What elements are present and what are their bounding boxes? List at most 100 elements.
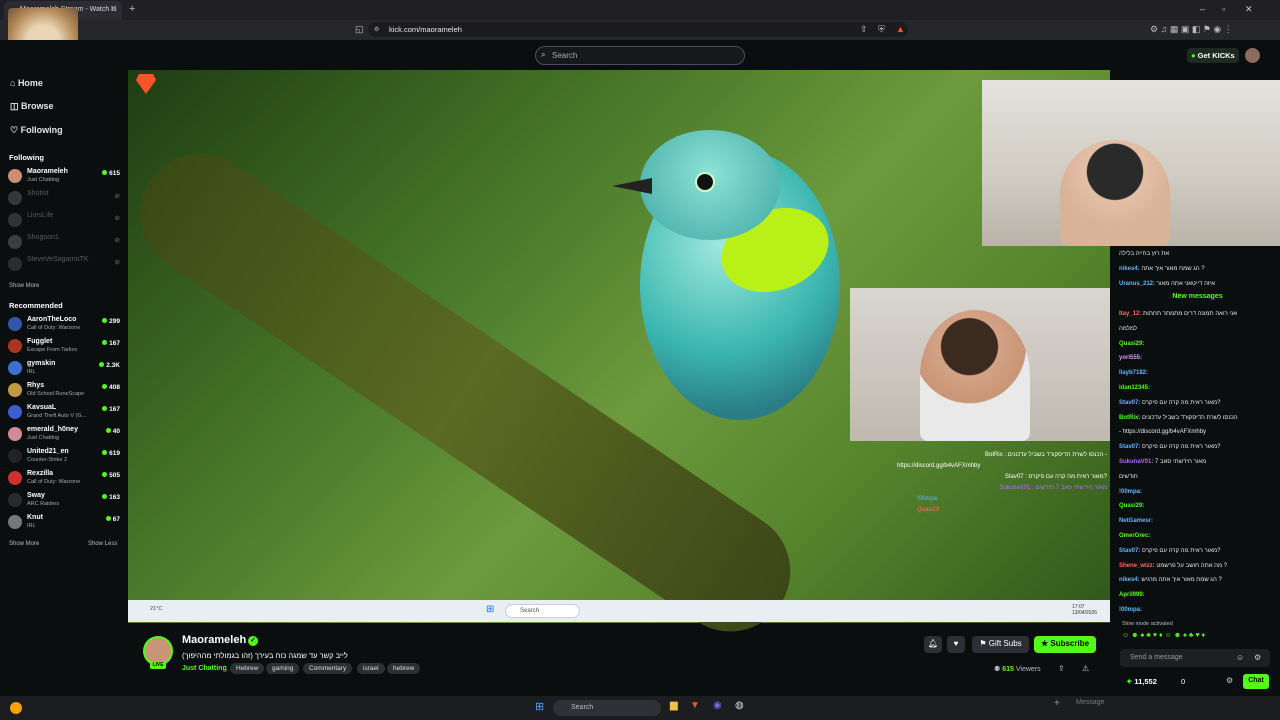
channel-name: United21_en: [27, 448, 69, 455]
channel-name: Maorameleh: [27, 168, 68, 175]
window-close-icon[interactable]: ✕: [1245, 4, 1253, 15]
chat-settings-icon[interactable]: ⚙: [1226, 676, 1233, 685]
channel-viewers: 40: [105, 428, 120, 435]
viewers-label: Viewers: [1015, 666, 1041, 673]
live-dot-icon: [102, 170, 108, 175]
channel-points[interactable]: ✦ 11,552: [1126, 677, 1157, 686]
share-icon[interactable]: ⇪: [860, 24, 868, 35]
chat-username[interactable]: nikes4:: [1119, 577, 1141, 583]
user-avatar[interactable]: [1245, 48, 1260, 63]
bookmark-icon[interactable]: ◱: [355, 24, 364, 35]
sidebar-channel-row[interactable]: Rexzilla Call of Duty: Warzone 505: [8, 469, 122, 489]
tag[interactable]: israel: [357, 663, 385, 674]
show-less-button[interactable]: Show Less: [88, 541, 117, 547]
close-tab-icon[interactable]: ✕: [110, 4, 117, 13]
obs-icon[interactable]: ◍: [735, 700, 744, 711]
sidebar-channel-row[interactable]: SteveVeSagarnuTK ⊘: [8, 255, 122, 275]
subscribe-button[interactable]: ★ Subscribe: [1034, 636, 1096, 653]
settings-icon[interactable]: ⚙: [1254, 653, 1261, 662]
channel-avatar: [8, 427, 22, 441]
chat-username[interactable]: yori555:: [1119, 355, 1142, 361]
chat-username[interactable]: nikes4:: [1119, 266, 1141, 272]
add-icon[interactable]: +: [1054, 698, 1060, 709]
sidebar-item-following[interactable]: ♡ Following: [10, 125, 63, 136]
new-messages-divider[interactable]: New messages: [1116, 293, 1279, 300]
notifications-button[interactable]: 🔔︎: [924, 636, 942, 653]
chat-username[interactable]: idan12345:: [1119, 385, 1150, 391]
chat-username[interactable]: Stav07:: [1119, 400, 1142, 406]
chat-username[interactable]: OmerGrec:: [1119, 533, 1150, 539]
get-kicks-button[interactable]: ● Get KICKs: [1187, 48, 1239, 63]
sidebar-channel-row[interactable]: Shogoon1 ⊘: [8, 233, 122, 253]
channel-viewers: 67: [105, 516, 120, 523]
chat-username[interactable]: Uranus_212:: [1119, 281, 1157, 287]
channel-viewers: 2.3K: [99, 362, 120, 369]
chat-username[interactable]: BotRix:: [1119, 415, 1142, 421]
chat-username[interactable]: Itay_12:: [1119, 311, 1143, 317]
sidebar-item-browse[interactable]: ◫ Browse: [10, 101, 54, 112]
stream-desktop-taskbar: [128, 600, 1110, 622]
site-info-icon[interactable]: ⚙: [374, 26, 379, 33]
chat-username[interactable]: Quasi29:: [1119, 341, 1144, 347]
chat-username[interactable]: Ilayb7182:: [1119, 370, 1148, 376]
chat-username[interactable]: NetGamesr:: [1119, 518, 1153, 524]
chat-username[interactable]: SukunaV01:: [1119, 459, 1155, 465]
tag[interactable]: gaming: [266, 663, 300, 674]
channel-category: Just Chatting: [27, 177, 60, 183]
new-tab-icon[interactable]: +: [129, 3, 135, 15]
show-more-following-button[interactable]: Show More: [9, 283, 39, 289]
emote-picker-icon[interactable]: ☺: [1236, 653, 1244, 662]
tag[interactable]: Hebrew: [230, 663, 265, 674]
channel-name[interactable]: Maorameleh: [182, 634, 246, 646]
share-icon[interactable]: ⇪: [1058, 664, 1065, 673]
chat-username[interactable]: Shene_wizz:: [1119, 563, 1156, 569]
extensions-icon[interactable]: ⚙ ♫ ▦ ▣ ◧ ⚑ ◉ ⋮: [1150, 24, 1233, 35]
sidebar-channel-row[interactable]: gymskin IRL 2.3K: [8, 359, 122, 379]
brave-browser-icon[interactable]: ▼: [690, 700, 700, 711]
show-more-recommended-button[interactable]: Show More: [9, 541, 39, 547]
sidebar-channel-row[interactable]: Knut IRL 67: [8, 513, 122, 533]
chat-username[interactable]: !00mpa:: [1119, 607, 1142, 613]
sidebar-channel-row[interactable]: Fugglet Escape From Tarkov 167: [8, 337, 122, 357]
discord-icon[interactable]: ◉: [713, 700, 722, 711]
tag[interactable]: Commentary: [303, 663, 353, 674]
zero-count: 0: [1181, 677, 1186, 686]
sidebar-channel-row[interactable]: Shotist ⊘: [8, 189, 122, 209]
chat-username[interactable]: Stav07:: [1119, 444, 1142, 450]
maximize-icon[interactable]: ▫: [1222, 4, 1225, 14]
kicks-icon: ●: [1191, 51, 1198, 60]
emote-bar[interactable]: ☺☻♠♣♥♦☺☻♠♣♥♦: [1122, 632, 1277, 642]
sidebar-channel-row[interactable]: Maorameleh Just Chatting 615: [8, 167, 122, 187]
sidebar-channel-row[interactable]: emerald_h0ney Just Chatting 40: [8, 425, 122, 445]
tag[interactable]: hebrew: [387, 663, 421, 674]
brave-shield-icon[interactable]: ⛨: [878, 24, 885, 35]
sidebar-channel-row[interactable]: KavsuaL Grand Theft Auto V (G... 167: [8, 403, 122, 423]
weather-icon[interactable]: [10, 702, 22, 714]
sidebar-channel-row[interactable]: AaronTheLoco Call of Duty: Warzone 299: [8, 315, 122, 335]
gift-subs-button[interactable]: ⚑ Gift Subs: [972, 636, 1029, 653]
taskbar-search[interactable]: Search: [553, 700, 661, 716]
sidebar-channel-row[interactable]: Sway ARC Raiders 163: [8, 491, 122, 511]
sidebar-channel-row[interactable]: LiorsLife ⊘: [8, 211, 122, 231]
windows-start-icon[interactable]: ⊞: [535, 700, 544, 713]
channel-category: ARC Raiders: [27, 501, 60, 507]
minimize-icon[interactable]: –: [1200, 4, 1205, 14]
chat-username[interactable]: April999:: [1119, 592, 1145, 598]
chat-send-button[interactable]: Chat: [1243, 674, 1269, 689]
follow-button[interactable]: ♥: [947, 636, 965, 653]
live-dot-icon: [102, 318, 108, 323]
report-icon[interactable]: ⚠: [1082, 664, 1089, 673]
chat-username[interactable]: Quasi29:: [1119, 503, 1144, 509]
get-kicks-label: Get KICKs: [1197, 51, 1235, 60]
sidebar-channel-row[interactable]: Rhys Old School RuneScape 408: [8, 381, 122, 401]
sidebar-item-home[interactable]: ⌂ Home: [10, 78, 43, 88]
chat-username[interactable]: !00mpa:: [1119, 489, 1142, 495]
chat-username[interactable]: Stav07:: [1119, 548, 1142, 554]
channel-name: Fugglet: [27, 338, 53, 345]
sidebar-channel-row[interactable]: United21_en Counter-Strike 2 619: [8, 447, 122, 467]
channel-avatar: [8, 257, 22, 271]
category-link[interactable]: Just Chatting: [182, 665, 227, 672]
file-explorer-icon[interactable]: ▆: [670, 700, 678, 711]
channel-viewers: 167: [102, 340, 120, 347]
brave-rewards-icon[interactable]: ▲: [896, 24, 905, 34]
